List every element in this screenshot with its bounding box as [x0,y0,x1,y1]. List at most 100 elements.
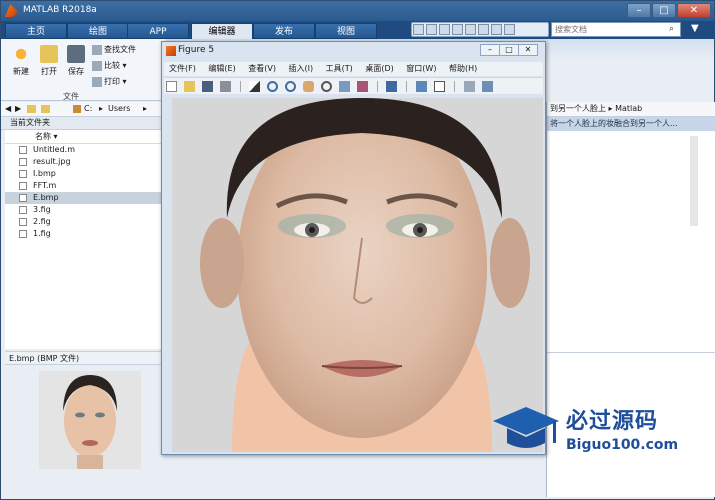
new-label: 新建 [13,67,29,76]
folder-up-icon[interactable] [27,105,36,113]
pointer-icon[interactable] [249,81,261,92]
link-plot-icon[interactable] [386,81,398,92]
file-name: I.bmp [33,169,56,178]
breadcrumb-users[interactable]: Users [108,104,130,113]
figure-window: Figure 5 – □ ✕ 文件(F) 编辑(E) 查看(V) 插入(I) 工… [161,41,546,455]
print-button[interactable]: 打印 ▾ [92,76,127,87]
menu-view[interactable]: 查看(V) [243,62,281,76]
figure-maximize-button[interactable]: □ [499,44,519,56]
compare-button[interactable]: 比较 ▾ [92,60,127,71]
close-button[interactable]: ✕ [677,3,711,18]
copy-icon[interactable] [439,24,450,35]
file-icon [19,218,27,226]
file-name: FFT.m [33,181,57,190]
file-row[interactable]: 1.fig [5,228,161,240]
save-button[interactable]: 保存 [64,45,88,77]
title-bar: MATLAB R2018a – □ ✕ [1,1,714,21]
print-icon[interactable] [219,81,231,92]
new-button[interactable]: 新建 [9,45,33,77]
file-list: Untitled.m result.jpg I.bmp FFT.m E.bmp 3.fig… [5,144,161,240]
cut-icon[interactable] [426,24,437,35]
menu-edit[interactable]: 编辑(E) [203,62,240,76]
file-row[interactable]: E.bmp [5,192,161,204]
menu-insert[interactable]: 插入(I) [284,62,319,76]
file-icon [19,158,27,166]
open-button[interactable]: 打开 [37,45,61,77]
compare-icon [92,60,102,71]
file-name: 1.fig [33,229,51,238]
figure-canvas[interactable] [172,98,543,452]
redo-icon[interactable] [478,24,489,35]
watermark-url: Biguo100.com [566,437,679,453]
menu-help[interactable]: 帮助(H) [444,62,482,76]
zoom-out-icon[interactable] [285,81,297,92]
tab-home[interactable]: 主页 [5,23,67,39]
menu-window[interactable]: 窗口(W) [401,62,441,76]
browse-folder-icon[interactable] [41,105,50,113]
current-folder-title: 当前文件夹 [1,117,161,130]
vertical-scrollbar[interactable] [690,136,698,226]
file-row[interactable]: I.bmp [5,168,161,180]
find-files-button[interactable]: 查找文件 [92,44,136,55]
printer-icon [92,76,102,87]
file-row[interactable]: Untitled.m [5,144,161,156]
figure-toolbar [164,77,543,94]
folder-icon [40,45,58,63]
paste-icon[interactable] [452,24,463,35]
undo-icon[interactable] [465,24,476,35]
forward-arrow-icon[interactable]: ▶ [15,104,21,113]
file-browser: 名称 ▾ Untitled.m result.jpg I.bmp FFT.m E.bmp… [5,130,161,349]
show-plot-tools-icon[interactable] [481,81,493,92]
tab-plots[interactable]: 绘图 [67,23,129,39]
drive-icon [73,105,81,113]
right-panel-info: 将一个人脸上的妆融合到另一个人... [547,117,715,131]
maximize-button[interactable]: □ [652,3,676,18]
matlab-logo-icon [5,4,18,17]
filter-icon[interactable]: ▼ [691,23,699,34]
save-icon[interactable] [201,81,213,92]
help-icon[interactable] [504,24,515,35]
hide-plot-tools-icon[interactable] [463,81,475,92]
file-row[interactable]: result.jpg [5,156,161,168]
legend-icon[interactable] [434,81,445,92]
colorbar-icon[interactable] [416,81,428,92]
tab-editor[interactable]: 编辑器 [191,23,253,39]
back-arrow-icon[interactable]: ◀ [5,104,11,113]
menu-file[interactable]: 文件(F) [164,62,201,76]
zoom-in-icon[interactable] [267,81,279,92]
search-input[interactable] [551,22,681,37]
address-bar: ◀ ▶ C: ▸ Users ▸ [1,102,166,117]
name-column-header[interactable]: 名称 ▾ [5,130,161,144]
save-label: 保存 [68,67,84,76]
file-icon [19,230,27,238]
figure-title-bar: Figure 5 – □ ✕ [162,42,545,60]
watermark: 必过源码 Biguo100.com [491,401,691,461]
minimize-button[interactable]: – [627,3,651,18]
pan-icon[interactable] [303,81,314,92]
data-cursor-icon[interactable] [338,81,350,92]
menu-desktop[interactable]: 桌面(D) [360,62,398,76]
details-title: E.bmp (BMP 文件) [5,351,161,365]
new-figure-icon[interactable] [166,81,177,92]
rotate-icon[interactable] [320,81,332,92]
tab-view[interactable]: 视图 [315,23,377,39]
watermark-title: 必过源码 [566,409,659,434]
file-row[interactable]: FFT.m [5,180,161,192]
open-icon[interactable] [183,81,195,92]
file-icon [19,182,27,190]
search-icon[interactable]: ⌕ [669,24,674,34]
file-row[interactable]: 3.fig [5,204,161,216]
tab-publish[interactable]: 发布 [253,23,315,39]
figure-close-button[interactable]: ✕ [518,44,538,56]
compare-label: 比较 [104,61,120,70]
save-icon[interactable] [413,24,424,35]
print-label: 打印 [104,77,120,86]
menu-tools[interactable]: 工具(T) [321,62,358,76]
figure-minimize-button[interactable]: – [480,44,500,56]
breadcrumb-c[interactable]: C: [84,104,92,113]
image-preview [39,371,141,469]
tab-apps[interactable]: APP [127,23,189,39]
switch-windows-icon[interactable] [491,24,502,35]
file-row[interactable]: 2.fig [5,216,161,228]
brush-icon[interactable] [356,81,368,92]
